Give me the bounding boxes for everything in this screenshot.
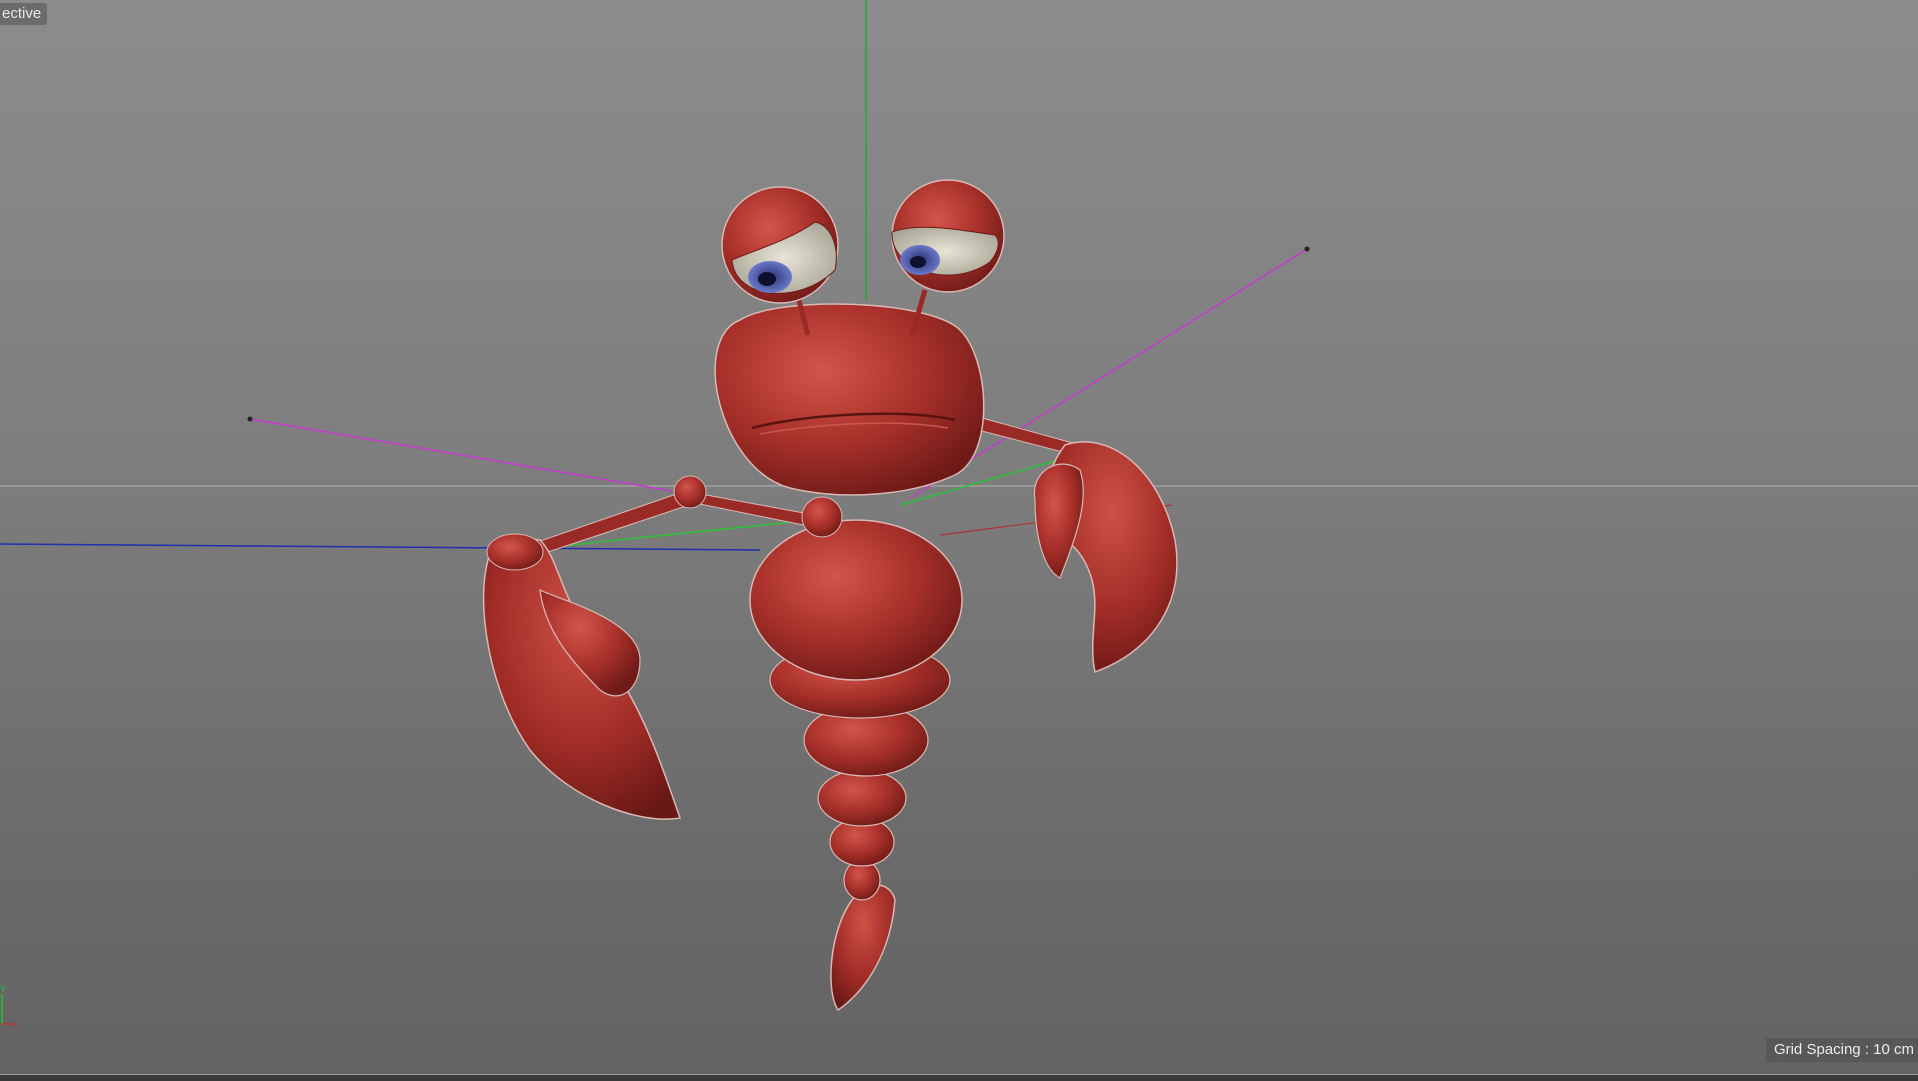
- axis-gizmo: Y X: [0, 984, 18, 1030]
- bone-left-end: [247, 416, 253, 422]
- lobster-head: [714, 303, 985, 496]
- world-z-axis: [0, 543, 761, 551]
- bone-left-magenta: [249, 418, 673, 492]
- lobster-tail-fan: [830, 884, 896, 1012]
- lobster-character[interactable]: [482, 179, 1178, 1012]
- 3d-viewport[interactable]: ective Y X Grid Spacing : 10 cm: [0, 0, 1918, 1074]
- gizmo-x-label: X: [12, 1020, 18, 1030]
- lobster-thorax: [749, 519, 963, 681]
- right-eye: [891, 179, 1005, 293]
- left-wrist: [486, 533, 544, 571]
- bone-right-end: [1304, 246, 1310, 252]
- shoulder-joint: [801, 496, 843, 538]
- tail-segment-3: [817, 769, 907, 827]
- left-claw: [482, 535, 681, 820]
- left-eye: [721, 186, 839, 304]
- right-claw-pincer: [1033, 463, 1084, 579]
- left-elbow-joint: [673, 475, 707, 509]
- grid-spacing-readout: Grid Spacing : 10 cm: [1765, 1038, 1918, 1062]
- scene-canvas[interactable]: [0, 0, 1918, 1074]
- viewport-name-label[interactable]: ective: [0, 3, 48, 25]
- left-arm: [689, 491, 821, 529]
- gizmo-y-label: Y: [0, 984, 6, 994]
